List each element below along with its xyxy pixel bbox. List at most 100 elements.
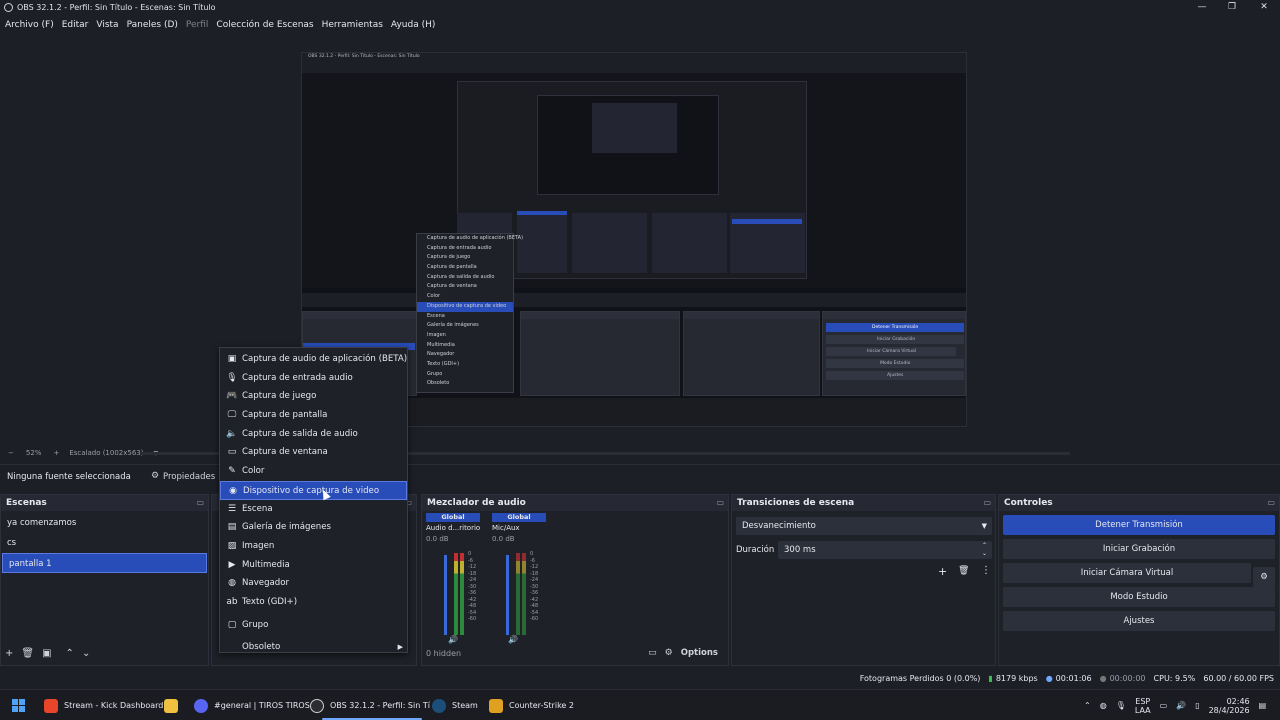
system-tray: ⌃ ◍ 🎙 ESP LAA ▭ 🔊 ▯ 02:46 28/4/2026 ▤ <box>1084 690 1266 720</box>
taskbar-app-explorer[interactable] <box>164 690 184 720</box>
menu-help[interactable]: Ayuda (H) <box>391 20 435 30</box>
add-transition-icon[interactable]: + <box>938 565 947 578</box>
virtual-camera-button[interactable]: Iniciar Cámara Virtual <box>1003 563 1251 583</box>
chevron-up-icon[interactable]: ⌃ <box>1084 701 1091 710</box>
zoom-in-button[interactable]: + <box>53 449 59 457</box>
language-indicator[interactable]: ESP LAA <box>1135 697 1151 715</box>
stop-stream-button[interactable]: Detener Transmisión <box>1003 515 1275 535</box>
minimize-button[interactable]: — <box>1186 0 1218 15</box>
source-toolbar: Ninguna fuente seleccionada ⚙ Propiedade… <box>0 464 1280 490</box>
menu-item-app-audio[interactable]: ▣ Captura de audio de aplicación (BETA) <box>220 350 407 369</box>
menu-file[interactable]: Archivo (F) <box>5 20 54 30</box>
menu-edit[interactable]: Editar <box>62 20 89 30</box>
volume-fader[interactable] <box>506 555 509 635</box>
volume-icon[interactable]: 🔊 <box>1176 701 1186 710</box>
virtual-camera-settings-icon[interactable]: ⚙ <box>1253 567 1275 587</box>
menu-item-color[interactable]: ✎ Color <box>220 462 407 481</box>
duration-spinbox[interactable]: 300 ms ⌃ ⌄ <box>778 541 992 559</box>
taskbar-app-cs2[interactable]: Counter-Strike 2 <box>489 690 574 720</box>
menu-item-audio-input[interactable]: 🎙 Captura de entrada audio <box>220 369 407 388</box>
more-options-icon[interactable]: ⋮ <box>981 565 991 576</box>
scene-item[interactable]: cs <box>1 533 208 553</box>
taskbar-app-brave[interactable]: Stream - Kick Dashboard <box>44 690 163 720</box>
mixer-channel-desktop: Global Audio d...ritorio 0.0 dB 0 -6 -12 -1… <box>426 513 480 644</box>
menu-item-text[interactable]: ab Texto (GDI+) <box>220 593 407 612</box>
menu-item-deprecated[interactable]: Obsoleto ▶ <box>220 638 407 657</box>
menu-item-media[interactable]: ▶ Multimedia <box>220 556 407 575</box>
delete-scene-icon[interactable]: 🗑 <box>21 648 34 659</box>
speaker-icon[interactable]: 🔊 <box>508 635 518 644</box>
close-button[interactable]: ✕ <box>1248 0 1280 15</box>
channel-name[interactable]: Audio d...ritorio <box>426 524 480 532</box>
menu-docks[interactable]: Paneles (D) <box>127 20 178 30</box>
cpu-usage: CPU: 9.5% <box>1153 673 1196 683</box>
move-up-icon[interactable]: ⌃ <box>66 648 74 659</box>
signal-icon: ▮ <box>988 673 993 683</box>
zoom-out-button[interactable]: − <box>8 449 14 457</box>
discord-icon <box>194 698 208 713</box>
gear-icon[interactable]: ⚙ <box>151 471 159 481</box>
dock-menu-icon[interactable]: ▭ <box>983 498 991 507</box>
mixer-title: Mezclador de audio <box>427 498 526 508</box>
transition-select[interactable]: Desvanecimiento ▼ <box>736 517 992 535</box>
dock-menu-icon[interactable]: ▭ <box>196 498 204 507</box>
speaker-icon[interactable]: 🔊 <box>448 635 458 644</box>
camera-icon: ◉ <box>229 485 237 496</box>
notification-icon[interactable]: ▤ <box>1259 701 1267 710</box>
fps: 60.00 / 60.00 FPS <box>1203 673 1274 683</box>
move-down-icon[interactable]: ⌄ <box>82 648 90 659</box>
menu-item-image[interactable]: ▨ Imagen <box>220 537 407 556</box>
menu-item-audio-output[interactable]: 🔈 Captura de salida de audio <box>220 425 407 444</box>
menu-view[interactable]: Vista <box>96 20 118 30</box>
menu-item-scene[interactable]: ☰ Escena <box>220 500 407 519</box>
taskbar-app-obs[interactable]: OBS 32.1.2 - Perfil: Sin Tí <box>310 690 434 720</box>
mic-icon[interactable]: 🎙 <box>1116 701 1126 710</box>
maximize-button[interactable]: ❐ <box>1216 0 1248 15</box>
add-scene-icon[interactable]: + <box>5 648 13 659</box>
properties-button[interactable]: Propiedades <box>163 472 215 482</box>
menu-scene-collection[interactable]: Colección de Escenas <box>216 20 313 30</box>
nested-window-title: OBS 32.1.2 - Perfil: Sin Título - Escena… <box>308 54 420 59</box>
nested-settings: Ajustes <box>887 373 904 378</box>
menu-profile[interactable]: Perfil <box>186 20 209 30</box>
menu-item-game-capture[interactable]: 🎮 Captura de juego <box>220 387 407 406</box>
scene-item-selected[interactable]: pantalla 1 <box>2 553 207 573</box>
start-recording-button[interactable]: Iniciar Grabación <box>1003 539 1275 559</box>
menu-item-video-capture[interactable]: ◉ Dispositivo de captura de video <box>220 480 407 500</box>
mixer-footer: 0 hidden ▭ ⚙ Options <box>426 645 724 661</box>
status-bar: Fotogramas Perdidos 0 (0.0%) ▮ 8179 kbps… <box>0 670 1280 686</box>
settings-button[interactable]: Ajustes <box>1003 611 1275 631</box>
start-button[interactable] <box>12 690 25 720</box>
dock-menu-icon[interactable]: ▭ <box>1267 498 1275 507</box>
channel-name[interactable]: Mic/Aux <box>492 524 546 532</box>
steam-tray-icon[interactable]: ◍ <box>1100 701 1107 710</box>
zoom-bar: − 52% + Escalado (1002x563) ▼ <box>0 447 1280 459</box>
spinner-icon[interactable]: ⌃ ⌄ <box>982 542 987 558</box>
menu-item-window-capture[interactable]: ▭ Captura de ventana <box>220 443 407 462</box>
settings-icon[interactable]: ⚙ <box>665 648 673 658</box>
studio-mode-button[interactable]: Modo Estudio <box>1003 587 1275 607</box>
delete-transition-icon[interactable]: 🗑 <box>958 566 969 576</box>
taskbar-app-steam[interactable]: Steam <box>432 690 478 720</box>
menu-item-display-capture[interactable]: 🖵 Captura de pantalla <box>220 406 407 425</box>
battery-icon[interactable]: ▯ <box>1195 701 1199 710</box>
meter-scale: 0 -6 -12 -18 -24 -30 -36 -42 -48 -54 -60 <box>468 551 477 622</box>
layout-icon[interactable]: ▭ <box>648 648 657 658</box>
network-icon[interactable]: ▭ <box>1160 701 1168 710</box>
dock-menu-icon[interactable]: ▭ <box>716 498 724 507</box>
menu-item-image-slideshow[interactable]: ▤ Galería de imágenes <box>220 518 407 537</box>
brush-icon: ✎ <box>228 466 236 477</box>
speaker-icon: 🔈 <box>226 428 238 439</box>
scene-item[interactable]: ya comenzamos <box>1 513 208 533</box>
clock[interactable]: 02:46 28/4/2026 <box>1209 697 1250 715</box>
menu-item-group[interactable]: ▢ Grupo <box>220 616 407 635</box>
hidden-count[interactable]: 0 hidden <box>426 649 461 658</box>
options-button[interactable]: Options <box>681 648 718 658</box>
taskbar-app-discord[interactable]: #general | TIROS TIROS <box>194 690 310 720</box>
meter-scale: 0 -6 -12 -18 -24 -30 -36 -42 -48 -54 -60 <box>530 551 539 622</box>
menu-item-browser[interactable]: ◍ Navegador <box>220 574 407 593</box>
window-icon: ▭ <box>227 447 237 458</box>
filter-icon[interactable]: ▣ <box>42 648 51 659</box>
volume-fader[interactable] <box>444 555 447 635</box>
menu-tools[interactable]: Herramientas <box>322 20 383 30</box>
